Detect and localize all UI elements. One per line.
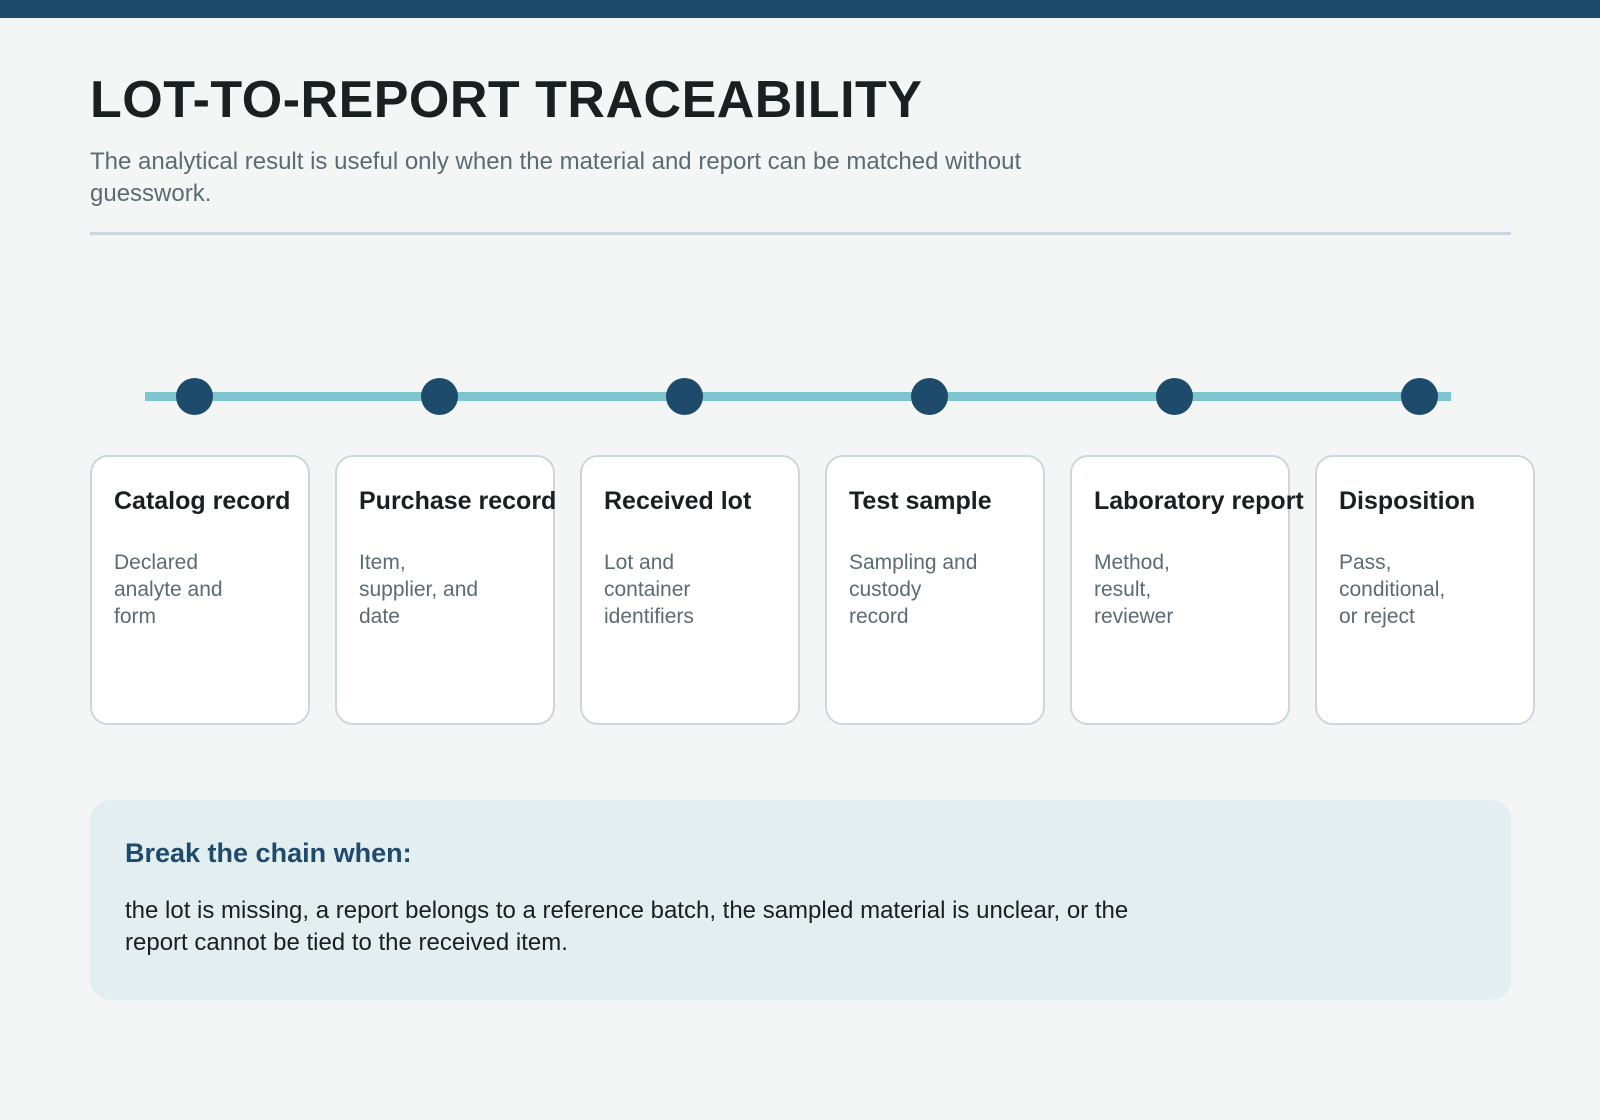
timeline-node-received-lot [666,378,703,415]
step-card-disposition: Disposition Pass, conditional, or reject [1315,455,1535,725]
break-chain-note: Break the chain when: the lot is missing… [90,800,1511,1000]
step-card-received-lot: Received lot Lot and container identifie… [580,455,800,725]
page-subtitle: The analytical result is useful only whe… [90,148,1022,207]
step-title: Disposition [1339,487,1476,515]
step-description: Item, supplier, and date [359,551,479,628]
timeline-node-disposition [1401,378,1438,415]
step-card-catalog-record: Catalog record Declared analyte and form [90,455,310,725]
step-title: Catalog record [114,487,291,515]
step-card-test-sample: Test sample Sampling and custody record [825,455,1045,725]
step-title: Test sample [849,487,992,515]
note-heading: Break the chain when: [125,838,412,868]
timeline-node-test-sample [911,378,948,415]
note-body: the lot is missing, a report belongs to … [125,897,1129,956]
timeline-node-purchase-record [421,378,458,415]
timeline-node-laboratory-report [1156,378,1193,415]
step-description: Lot and container identifiers [604,551,694,628]
timeline-node-catalog-record [176,378,213,415]
header-divider [90,232,1511,235]
timeline-track [145,392,1451,401]
top-accent-bar [0,0,1600,18]
step-title: Laboratory report [1094,487,1304,515]
page-title: LOT-TO-REPORT TRACEABILITY [90,71,923,129]
step-description: Method, result, reviewer [1094,551,1174,628]
step-title: Purchase record [359,487,557,515]
step-description: Declared analyte and form [114,551,223,628]
step-description: Sampling and custody record [849,551,978,628]
step-card-purchase-record: Purchase record Item, supplier, and date [335,455,557,725]
step-description: Pass, conditional, or reject [1339,551,1446,628]
step-title: Received lot [604,487,752,515]
step-card-laboratory-report: Laboratory report Method, result, review… [1070,455,1304,725]
